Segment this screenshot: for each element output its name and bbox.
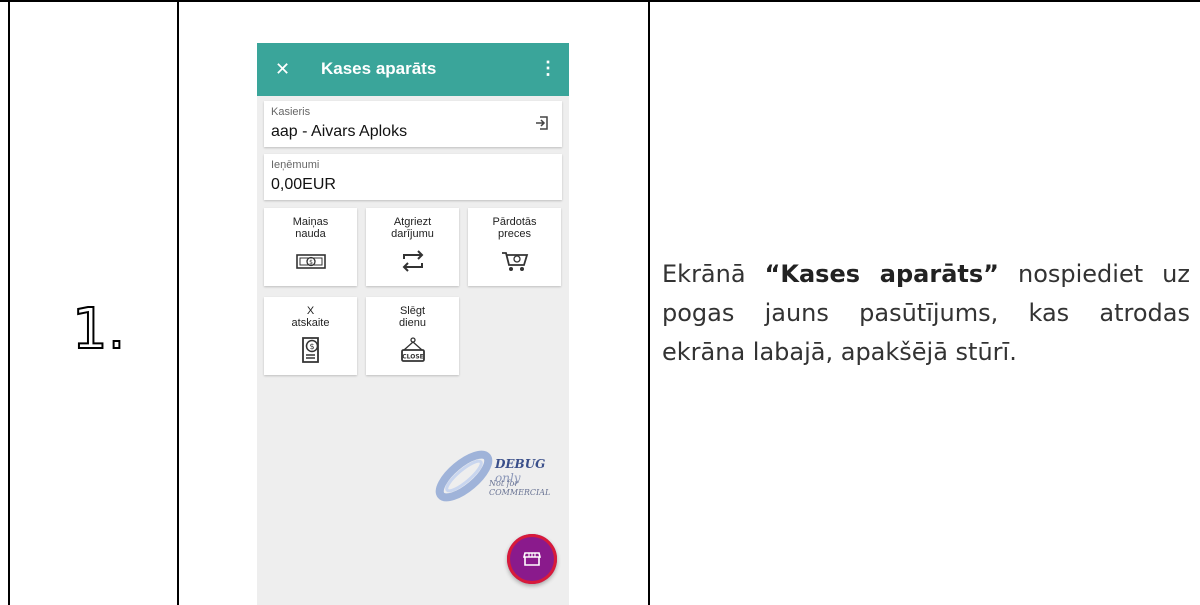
app-bar: ✕ Kases aparāts ⋮	[257, 43, 569, 96]
tile-sold-goods[interactable]: Pārdotās preces	[468, 208, 561, 286]
cashier-value: aap - Aivars Aploks	[271, 123, 408, 140]
svg-text:$: $	[309, 342, 314, 351]
more-vert-icon[interactable]: ⋮	[539, 56, 557, 80]
phone-screenshot: ✕ Kases aparāts ⋮ Kasieris aap - Aivars …	[257, 43, 569, 605]
revenue-value: 0,00EUR	[271, 176, 336, 193]
cashier-label: Kasieris	[271, 106, 311, 118]
new-order-fab[interactable]	[507, 534, 557, 584]
instruction-table: 1. Ekrānā “Kases aparāts” nospiediet uz …	[0, 0, 1200, 605]
table-border-col2	[648, 2, 650, 605]
logout-icon[interactable]	[534, 115, 550, 131]
report-dollar-icon: $	[302, 337, 319, 363]
storefront-icon	[522, 552, 542, 566]
tile-change-money[interactable]: Maiņas nauda $	[264, 208, 357, 286]
step-number: 1.	[71, 296, 126, 363]
close-sign-icon: CLOSE	[401, 337, 425, 362]
tile-x-report[interactable]: Xatskaite $	[264, 297, 357, 375]
tile-close-day[interactable]: Slēgt dienu CLOSE	[366, 297, 459, 375]
table-border-col1	[177, 2, 179, 605]
revenue-card: Ieņēmumi 0,00EUR	[264, 154, 562, 200]
instruction-screen-name: “Kases aparāts”	[764, 260, 999, 288]
svg-text:$: $	[309, 259, 313, 266]
shopping-cart-icon	[502, 252, 529, 271]
close-icon[interactable]: ✕	[275, 57, 290, 81]
tile-return-transaction[interactable]: Atgriezt darījumu	[366, 208, 459, 286]
revenue-label: Ieņēmumi	[271, 159, 320, 171]
watermark-logo-icon	[435, 450, 493, 502]
cashier-card: Kasieris aap - Aivars Aploks	[264, 101, 562, 147]
debug-watermark: DEBUG only Not for COMMERCIAL	[429, 445, 569, 507]
return-arrows-icon	[402, 250, 424, 272]
table-border-left	[8, 2, 10, 605]
svg-text:CLOSE: CLOSE	[402, 354, 424, 361]
page-title: Kases aparāts	[321, 59, 437, 78]
instruction-text: Ekrānā “Kases aparāts” nospiediet uz pog…	[662, 260, 1190, 366]
banknote-icon: $	[296, 254, 326, 269]
